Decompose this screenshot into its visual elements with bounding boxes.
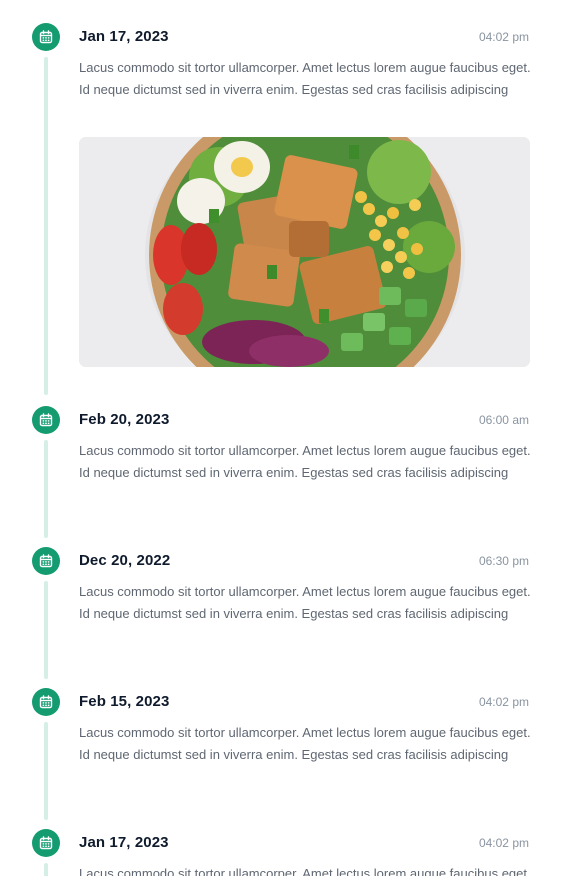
salad-bowl-photo[interactable]: [79, 137, 530, 367]
entry-description: Lacus commodo sit tortor ullamcorper. Am…: [79, 60, 531, 97]
timeline-connector: [44, 581, 48, 679]
entry-time: 06:00 am: [478, 413, 529, 427]
calendar-icon: [32, 688, 60, 716]
entry-date: Jan 17, 2023: [79, 28, 169, 45]
calendar-icon: [32, 23, 60, 51]
entry-description: Lacus commodo sit tortor ullamcorper. Am…: [79, 584, 531, 621]
entry-description: Lacus commodo sit tortor ullamcorper. Am…: [79, 725, 531, 762]
entry-time: 04:02 pm: [478, 836, 529, 850]
calendar-icon: [32, 406, 60, 434]
entry-date: Jan 17, 2023: [79, 834, 169, 851]
timeline-entry: Dec 20, 2022 06:30 pm Lacus commodo sit …: [0, 547, 561, 687]
entry-time: 04:02 pm: [478, 30, 529, 44]
entry-date: Feb 15, 2023: [79, 693, 170, 710]
entry-description: Lacus commodo sit tortor ullamcorper. Am…: [79, 866, 531, 876]
timeline-connector: [44, 57, 48, 395]
entry-time: 06:30 pm: [478, 554, 529, 568]
entry-date: Feb 20, 2023: [79, 411, 170, 428]
timeline-entry: Jan 17, 2023 04:02 pm Lacus commodo sit …: [0, 23, 561, 403]
timeline-entry: Feb 20, 2023 06:00 am Lacus commodo sit …: [0, 406, 561, 546]
timeline-connector: [44, 863, 48, 876]
entry-date: Dec 20, 2022: [79, 552, 171, 569]
entry-time: 04:02 pm: [478, 695, 529, 709]
timeline-entry: Jan 17, 2023 04:02 pm Lacus commodo sit …: [0, 829, 561, 876]
calendar-icon: [32, 547, 60, 575]
timeline-entry: Feb 15, 2023 04:02 pm Lacus commodo sit …: [0, 688, 561, 828]
timeline-connector: [44, 722, 48, 820]
entry-description: Lacus commodo sit tortor ullamcorper. Am…: [79, 443, 531, 480]
timeline-connector: [44, 440, 48, 538]
activity-timeline: Jan 17, 2023 04:02 pm Lacus commodo sit …: [0, 0, 561, 876]
calendar-icon: [32, 829, 60, 857]
